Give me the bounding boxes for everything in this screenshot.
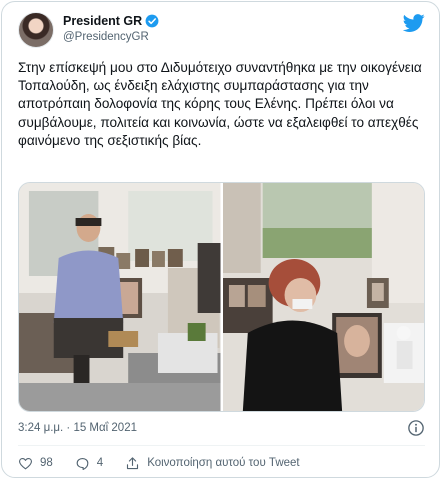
tweet-text: Στην επίσκεψή μου στο Διδυμότειχο συναντ… (18, 60, 422, 148)
photo-left[interactable] (19, 183, 221, 411)
twitter-bird-icon[interactable] (403, 12, 425, 34)
tweet-media[interactable] (18, 182, 425, 412)
author-handle[interactable]: @PresidencyGR (63, 31, 149, 43)
reply-button[interactable]: 4 (75, 456, 103, 471)
tweet-card: President GR @PresidencyGR Στην επίσκεψή… (1, 1, 440, 478)
reply-bubble-icon (76, 457, 89, 470)
like-button[interactable]: 98 (18, 456, 53, 471)
tweet-header: President GR @PresidencyGR (18, 12, 425, 50)
heart-icon (19, 457, 32, 469)
reply-count: 4 (96, 457, 104, 469)
photo-right[interactable] (222, 183, 424, 411)
author-display-name[interactable]: President GR (63, 14, 142, 28)
like-count: 98 (40, 457, 53, 469)
share-upload-icon (127, 456, 139, 469)
verified-badge-icon (145, 14, 159, 28)
photo-left-image (19, 183, 221, 411)
author-name-row[interactable]: President GR (63, 14, 159, 28)
photo-right-image (222, 183, 424, 411)
actions-divider (18, 445, 425, 446)
tweet-actions: 98 4 Κοινοποίηση αυτού του Tweet (18, 453, 322, 473)
share-button[interactable]: Κοινοποίηση αυτού του Tweet (125, 456, 300, 471)
avatar[interactable] (18, 12, 54, 48)
share-label: Κοινοποίηση αυτού του Tweet (147, 457, 300, 469)
info-icon[interactable] (407, 419, 425, 437)
tweet-timestamp[interactable]: 3:24 μ.μ. · 15 Μαΐ 2021 (18, 422, 137, 434)
